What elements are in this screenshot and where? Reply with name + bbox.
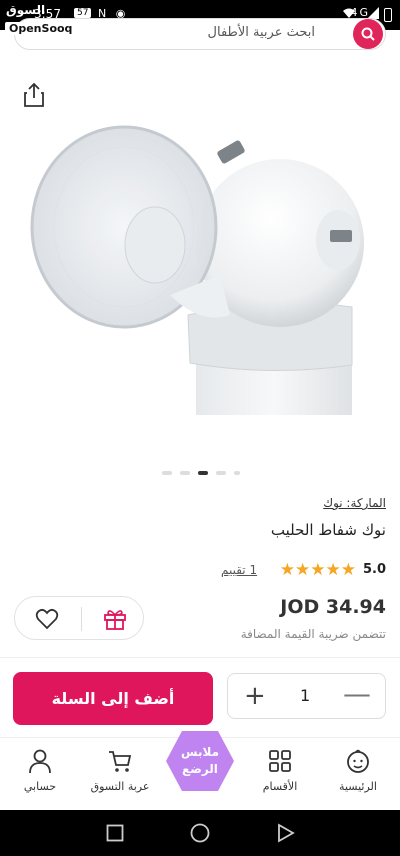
gift-icon[interactable] xyxy=(103,608,127,630)
divider xyxy=(0,657,400,658)
add-to-cart-button[interactable]: أضف إلى السلة xyxy=(13,672,213,725)
recents-icon[interactable] xyxy=(106,824,124,842)
grid-icon xyxy=(269,750,291,772)
user-icon xyxy=(29,749,51,774)
share-icon[interactable] xyxy=(22,82,46,108)
heart-icon[interactable] xyxy=(35,608,59,630)
product-actions xyxy=(14,596,144,640)
baby-face-icon xyxy=(347,749,369,773)
back-icon[interactable] xyxy=(277,823,295,843)
nav-account[interactable]: حسابي xyxy=(0,748,80,793)
product-image[interactable] xyxy=(20,115,380,425)
product-title: نوك شفاط الحليب xyxy=(270,521,386,539)
nav-cart[interactable]: عربة التسوق xyxy=(80,748,160,793)
nav-categories[interactable]: الأقسام xyxy=(240,748,320,793)
rating-stars: ★★★★★ xyxy=(279,560,356,580)
search-button[interactable] xyxy=(353,19,383,49)
system-navigation-bar xyxy=(0,810,400,856)
quantity-stepper: + 1 — xyxy=(227,673,386,719)
product-brand-link[interactable]: الماركة: نوك xyxy=(323,496,386,510)
carousel-dot[interactable] xyxy=(216,471,226,475)
nav-account-label: حسابي xyxy=(23,780,57,793)
nav-categories-label: الأقسام xyxy=(262,780,298,793)
decrease-quantity-button[interactable]: — xyxy=(343,680,371,708)
increase-quantity-button[interactable]: + xyxy=(244,682,266,710)
carousel-dot-active[interactable] xyxy=(198,471,208,475)
opensooq-logo: السوق المفتوح OpenSooq xyxy=(2,2,80,38)
vat-note: تتضمن ضريبة القيمة المضافة xyxy=(240,627,386,641)
reviews-link[interactable]: 1 تقييم xyxy=(221,563,257,577)
nav-home[interactable]: الرئيسية xyxy=(318,748,398,793)
cart-icon xyxy=(109,751,132,772)
nav-cart-label: عربة التسوق xyxy=(90,780,150,793)
promo-badge[interactable]: ملابس الرضع xyxy=(164,728,236,794)
rating-value: 5.0 xyxy=(362,562,386,577)
battery-icon xyxy=(384,8,392,22)
nav-home-label: الرئيسية xyxy=(339,780,377,793)
logo-english: OpenSooq xyxy=(5,22,77,35)
divider xyxy=(81,607,82,631)
product-price: JOD 34.94 xyxy=(280,596,386,618)
search-text: ابحث عربية الأطفال xyxy=(207,25,315,40)
home-icon[interactable] xyxy=(190,823,210,843)
search-icon xyxy=(361,27,375,41)
promo-label: ملابس الرضع xyxy=(180,745,219,776)
carousel-dot[interactable] xyxy=(234,471,240,475)
quantity-value: 1 xyxy=(300,686,311,705)
carousel-dot[interactable] xyxy=(162,471,172,475)
carousel-dot[interactable] xyxy=(180,471,190,475)
